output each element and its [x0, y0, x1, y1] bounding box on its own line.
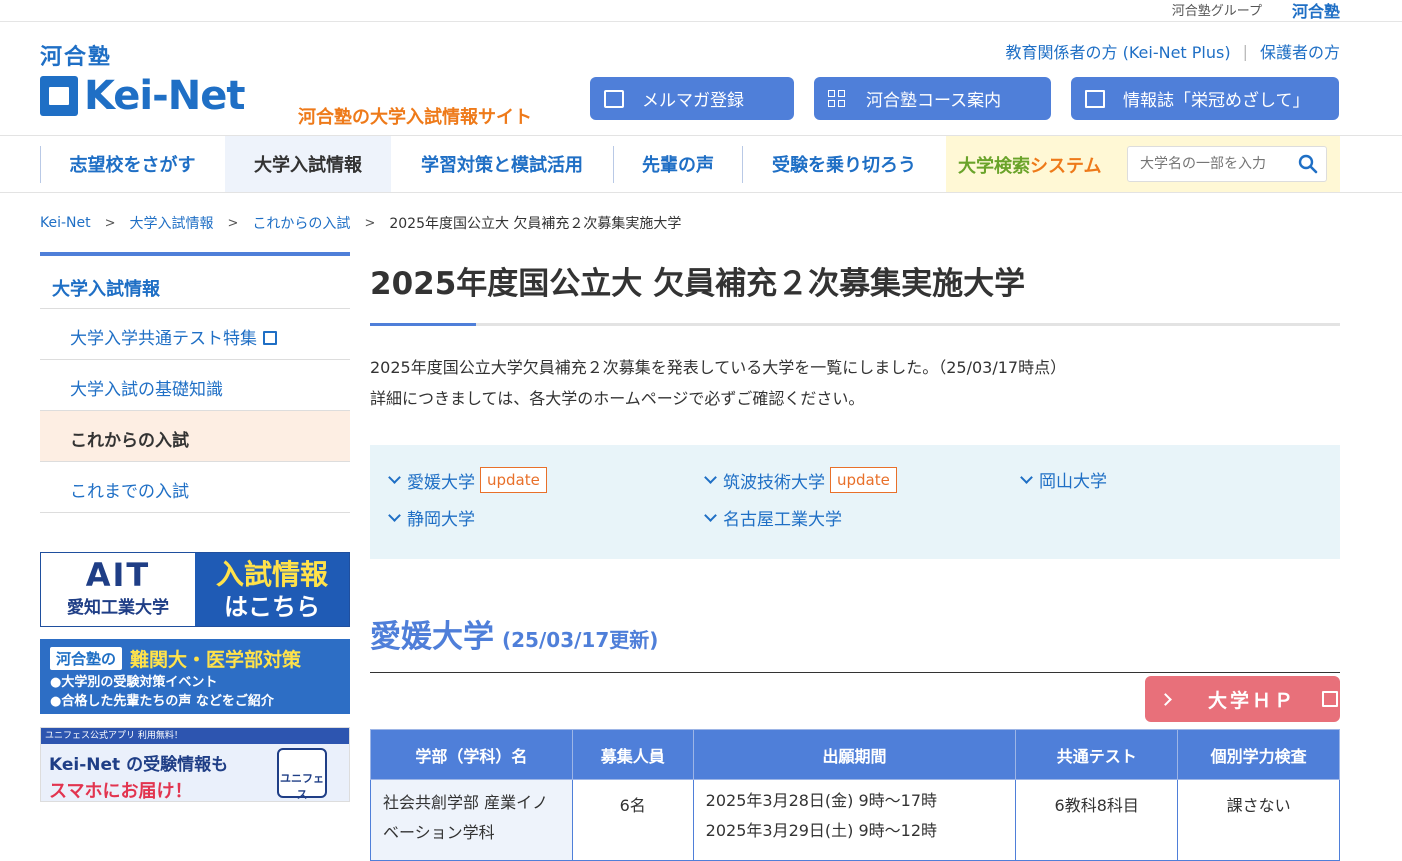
nav-item-admission-info[interactable]: 大学入試情報	[225, 136, 391, 192]
link-kei-net-plus[interactable]: 教育関係者の方 (Kei-Net Plus)	[1006, 39, 1231, 63]
cell-common-test: 6教科8科目	[1015, 779, 1179, 861]
toc-item-nagoya-tech[interactable]: 名古屋工業大学	[704, 505, 842, 530]
external-link-icon	[1322, 691, 1339, 707]
section-university-name: 愛媛大学	[370, 619, 494, 655]
sidebar-item-basics[interactable]: 大学入試の基礎知識	[40, 360, 350, 411]
intro-line: 詳細につきましては、各大学のホームページで必ずご確認ください。	[370, 389, 865, 408]
book-icon	[1085, 89, 1105, 108]
external-link-icon	[263, 331, 277, 345]
nav-item-exam-tips[interactable]: 受験を乗り切ろう	[743, 136, 945, 192]
update-badge: update	[830, 467, 897, 493]
university-search: 大学検索システム	[946, 136, 1340, 192]
main-nav: 志望校をさがす 大学入試情報 学習対策と模試活用 先輩の声 受験を乗り切ろう 大…	[0, 136, 1402, 193]
grid-icon	[828, 89, 848, 108]
col-header-period: 出願期間	[692, 729, 1017, 780]
sidebar-heading[interactable]: 大学入試情報	[40, 252, 350, 309]
chevron-right-icon: >	[364, 215, 376, 231]
site-header: 河合塾 Kei-Net 河合塾の大学入試情報サイト 教育関係者の方 (Kei-N…	[0, 22, 1402, 136]
mailmag-label: メルマガ登録	[642, 91, 744, 111]
mailmag-button[interactable]: メルマガ登録	[590, 77, 794, 120]
recruitment-table: 学部（学科）名 募集人員 出願期間 共通テスト 個別学力検査 社会共創学部 産業…	[370, 729, 1340, 861]
course-button[interactable]: 河合塾コース案内	[814, 77, 1051, 120]
search-system-label: 大学検索システム	[958, 156, 1102, 177]
main-content: 2025年度国公立大 欠員補充２次募集実施大学 2025年度国公立大学欠員補充２…	[370, 252, 1340, 861]
table-header-row: 学部（学科）名 募集人員 出願期間 共通テスト 個別学力検査	[370, 729, 1340, 780]
logo-kawaijuku[interactable]: 河合塾	[40, 39, 112, 71]
col-header-capacity: 募集人員	[571, 729, 694, 780]
chevron-right-icon	[1159, 692, 1172, 706]
top-links: 教育関係者の方 (Kei-Net Plus) | 保護者の方	[1006, 39, 1340, 63]
hp-button-label: 大学ＨＰ	[1208, 689, 1297, 712]
chevron-down-icon	[1020, 470, 1033, 484]
chevron-down-icon	[704, 471, 717, 484]
group-label: 河合塾グループ	[1171, 4, 1262, 19]
ait-banner[interactable]: AIT 愛知工業大学 入試情報 はこちら	[40, 552, 350, 627]
col-header-common-test: 共通テスト	[1015, 729, 1179, 780]
group-strip: 河合塾グループ 河合塾	[0, 0, 1402, 22]
ait-logo: AIT 愛知工業大学	[41, 553, 195, 626]
toc-item-shizuoka[interactable]: 静岡大学	[388, 505, 475, 530]
site-logo[interactable]: Kei-Net	[40, 73, 245, 119]
intro-text: 2025年度国公立大学欠員補充２次募集を発表している大学を一覧にしました。（25…	[370, 352, 1340, 414]
sidebar: 大学入試情報 大学入学共通テスト特集 大学入試の基礎知識 これからの入試 これま…	[40, 252, 350, 513]
logo-text: Kei-Net	[84, 73, 245, 119]
nav-item-seniors[interactable]: 先輩の声	[614, 136, 742, 192]
link-separator: |	[1242, 41, 1248, 61]
unifes-app-banner[interactable]: ユニフェス公式アプリ 利用無料！ Kei-Net の受験情報も スマホにお届け！…	[40, 727, 350, 802]
toc-item-ehime[interactable]: 愛媛大学 update	[388, 467, 547, 493]
breadcrumb: Kei-Net > 大学入試情報 > これからの入試 > 2025年度国公立大 …	[40, 213, 681, 233]
chevron-down-icon	[704, 508, 717, 522]
toc-item-tsukuba-tech[interactable]: 筑波技術大学 update	[704, 467, 897, 493]
col-header-dept: 学部（学科）名	[370, 729, 573, 780]
cell-capacity: 6名	[571, 779, 694, 861]
university-toc: 愛媛大学 update 筑波技術大学 update 岡山大学 静岡大学 名古屋工業大…	[370, 445, 1340, 559]
course-label: 河合塾コース案内	[866, 91, 1002, 111]
title-divider	[370, 323, 1340, 326]
sidebar-item-common-test[interactable]: 大学入学共通テスト特集	[40, 309, 350, 360]
intro-line: 2025年度国公立大学欠員補充２次募集を発表している大学を一覧にしました。（25…	[370, 358, 1067, 377]
sidebar-item-label: 大学入学共通テスト特集	[70, 329, 257, 349]
university-search-input[interactable]	[1127, 146, 1327, 182]
section-update-date: (25/03/17更新)	[502, 628, 659, 652]
search-icon[interactable]	[1298, 154, 1318, 174]
link-parents[interactable]: 保護者の方	[1260, 39, 1340, 63]
chevron-right-icon: >	[104, 215, 116, 231]
site-tagline: 河合塾の大学入試情報サイト	[298, 107, 532, 128]
breadcrumb-current: 2025年度国公立大 欠員補充２次募集実施大学	[389, 216, 682, 232]
breadcrumb-home[interactable]: Kei-Net	[40, 215, 91, 231]
magazine-label: 情報誌「栄冠めざして」	[1123, 91, 1310, 111]
nav-item-study[interactable]: 学習対策と模試活用	[392, 136, 612, 192]
elite-prep-banner[interactable]: 河合塾の 難関大・医学部対策 ●大学別の受験対策イベント ●合格した先輩たちの声 …	[40, 639, 350, 714]
chevron-right-icon: >	[227, 215, 239, 231]
cell-dept: 社会共創学部 産業イノベーション学科	[370, 779, 573, 861]
page-title: 2025年度国公立大 欠員補充２次募集実施大学	[370, 266, 1026, 302]
table-row: 社会共創学部 産業イノベーション学科 6名 2025年3月28日(金) 9時～1…	[370, 779, 1340, 861]
group-logo[interactable]: 河合塾	[1292, 0, 1340, 22]
chevron-down-icon	[388, 471, 401, 484]
unifes-logo: ユニフェス	[277, 748, 327, 801]
update-badge: update	[480, 467, 547, 493]
mail-icon	[604, 89, 624, 108]
breadcrumb-future-exams[interactable]: これからの入試	[252, 213, 350, 233]
col-header-individual: 個別学力検査	[1177, 729, 1340, 780]
cell-period: 2025年3月28日(金) 9時～17時 2025年3月29日(土) 9時～12…	[692, 779, 1017, 861]
sidebar-item-past-exams[interactable]: これまでの入試	[40, 462, 350, 513]
sidebar-item-future-exams[interactable]: これからの入試	[40, 411, 350, 462]
toc-item-okayama[interactable]: 岡山大学	[1020, 467, 1107, 492]
nav-item-search-school[interactable]: 志望校をさがす	[41, 136, 224, 192]
section-heading-ehime: 愛媛大学 (25/03/17更新)	[370, 611, 1340, 673]
magazine-button[interactable]: 情報誌「栄冠めざして」	[1071, 77, 1339, 120]
period-line: 2025年3月28日(金) 9時～17時	[705, 791, 938, 810]
university-hp-button[interactable]: 大学ＨＰ	[1145, 676, 1340, 722]
chevron-down-icon	[388, 508, 401, 522]
cell-individual: 課さない	[1177, 779, 1340, 861]
breadcrumb-admission-info[interactable]: 大学入試情報	[130, 213, 214, 233]
logo-book-icon	[40, 76, 78, 116]
